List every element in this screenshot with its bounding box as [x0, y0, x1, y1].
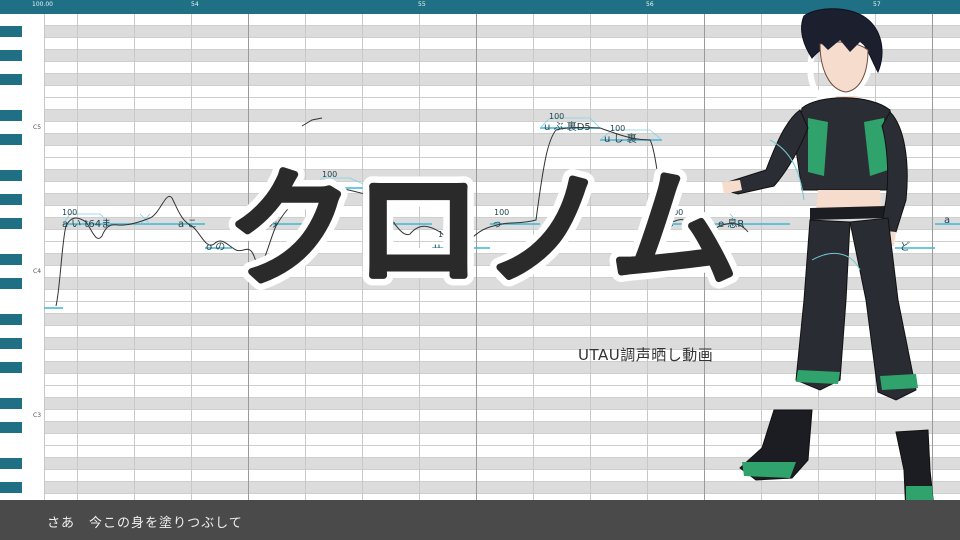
lyric-subtitle-bar: さあ 今この身を塗りつぶして	[0, 500, 960, 540]
black-key[interactable]	[0, 278, 22, 289]
title-text: クロノム	[226, 156, 738, 305]
note-lyric[interactable]: a こ	[178, 215, 197, 230]
piano-keyboard[interactable]: C5 C4 C3	[0, 14, 45, 500]
black-key[interactable]	[0, 26, 22, 37]
black-key[interactable]	[0, 50, 22, 61]
measure-label: 54	[191, 1, 199, 8]
black-key[interactable]	[0, 338, 22, 349]
character-illustration	[722, 8, 935, 515]
title-logo: クロノム クロノム	[220, 150, 746, 310]
black-key[interactable]	[0, 482, 22, 493]
piano-roll-editor: 100.00 54 55 56 57 C5 C4 C3 100 a い t64ま…	[0, 0, 960, 540]
black-key[interactable]	[0, 314, 22, 325]
note-lyric[interactable]: u ぶ 裏D5	[544, 118, 591, 133]
tempo-label: 100.00	[32, 1, 53, 8]
beat-line	[134, 14, 135, 500]
black-key[interactable]	[0, 254, 22, 265]
black-key[interactable]	[0, 458, 22, 469]
measure-label: 56	[646, 1, 654, 8]
black-key[interactable]	[0, 218, 22, 229]
black-key[interactable]	[0, 74, 22, 85]
lyric-subtitle-text: さあ 今この身を塗りつぶして	[47, 516, 243, 531]
measure-label: 55	[418, 1, 426, 8]
octave-label: C5	[33, 124, 42, 131]
beat-line	[77, 14, 78, 500]
black-key[interactable]	[0, 398, 22, 409]
black-key[interactable]	[0, 170, 22, 181]
octave-label: C3	[33, 412, 42, 419]
black-key[interactable]	[0, 110, 22, 121]
note-lyric[interactable]: u し 裏	[604, 130, 637, 145]
subtitle: UTAU調声晒し動画	[578, 346, 714, 364]
black-key[interactable]	[0, 362, 22, 373]
beat-line	[191, 14, 192, 500]
black-key[interactable]	[0, 194, 22, 205]
black-key[interactable]	[0, 134, 22, 145]
octave-label: C4	[33, 268, 42, 275]
note-lyric[interactable]: a い t64ま	[62, 215, 111, 230]
black-key[interactable]	[0, 422, 22, 433]
